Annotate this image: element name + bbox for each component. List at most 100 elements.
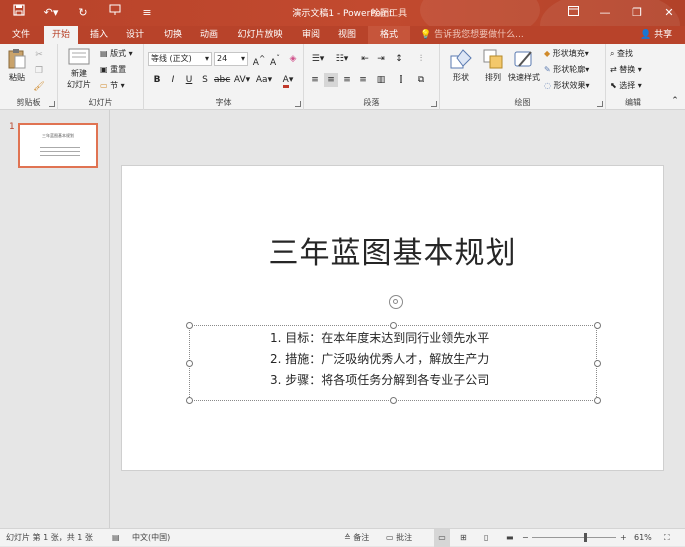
shape-effects-button[interactable]: ◌ 形状效果▾ xyxy=(544,80,590,91)
zoom-slider-thumb[interactable] xyxy=(584,533,587,542)
maximize-icon[interactable]: ❐ xyxy=(624,3,650,23)
resize-handle[interactable] xyxy=(594,322,601,329)
comments-button[interactable]: ▭ 批注 xyxy=(386,529,412,547)
tab-animations[interactable]: 动画 xyxy=(194,26,224,44)
shapes-button[interactable]: 形状 xyxy=(446,48,476,83)
thumbnail-line xyxy=(40,147,80,148)
slide[interactable]: 三年蓝图基本规划 1. 目标：在本年度末达到同行业领先水平 2. 措施：广泛吸纳… xyxy=(121,165,664,471)
language-status[interactable]: 中文(中国) xyxy=(132,529,170,547)
underline-icon[interactable]: U xyxy=(182,73,196,87)
bullet-item[interactable]: 3. 步骤：将各项任务分解到各专业子公司 xyxy=(270,371,489,388)
minimize-icon[interactable]: — xyxy=(592,3,618,23)
tab-review[interactable]: 审阅 xyxy=(296,26,326,44)
format-painter-icon[interactable]: 🖌 xyxy=(32,80,46,94)
find-label: 查找 xyxy=(617,49,634,58)
grow-font-icon[interactable]: A^ xyxy=(252,52,266,68)
align-center-icon[interactable]: ≡ xyxy=(324,73,338,87)
align-right-icon[interactable]: ≡ xyxy=(340,73,354,87)
arrange-button[interactable]: 排列 xyxy=(478,48,508,83)
bullet-item[interactable]: 1. 目标：在本年度末达到同行业领先水平 xyxy=(270,329,489,346)
spell-check-icon[interactable]: ▤ xyxy=(112,529,120,547)
ribbon-display-options-icon[interactable] xyxy=(560,3,586,23)
italic-icon[interactable]: I xyxy=(166,73,180,87)
cut-icon[interactable]: ✂ xyxy=(32,48,46,62)
align-left-icon[interactable]: ≡ xyxy=(308,73,322,87)
shape-fill-button[interactable]: ◆ 形状填充▾ xyxy=(544,48,589,59)
bold-icon[interactable]: B xyxy=(150,73,164,87)
zoom-in-icon[interactable]: + xyxy=(620,529,627,547)
slide-sorter-icon[interactable]: ⊞ xyxy=(460,529,467,547)
paragraph-launcher-icon[interactable] xyxy=(431,101,437,107)
reset-button[interactable]: ▣ 重置 xyxy=(100,64,126,75)
resize-handle[interactable] xyxy=(186,360,193,367)
layout-button[interactable]: ▤ 版式 ▾ xyxy=(100,48,133,59)
rotate-handle-icon[interactable] xyxy=(389,295,403,309)
tab-insert[interactable]: 插入 xyxy=(84,26,114,44)
replace-button[interactable]: ⇄ 替换 ▾ xyxy=(610,64,642,75)
increase-indent-icon[interactable]: ⇥ xyxy=(374,52,388,66)
collapse-ribbon-icon[interactable]: ⌃ xyxy=(668,94,682,108)
zoom-out-icon[interactable]: − xyxy=(522,529,529,547)
shrink-font-icon[interactable]: Aˇ xyxy=(268,52,282,68)
strikethrough-icon[interactable]: abc xyxy=(214,73,230,87)
effects-icon: ◌ xyxy=(544,81,551,90)
font-launcher-icon[interactable] xyxy=(295,101,301,107)
new-slide-button[interactable]: 新建 幻灯片 xyxy=(64,48,94,90)
numbering-icon[interactable]: ☷▾ xyxy=(332,52,352,66)
resize-handle[interactable] xyxy=(186,322,193,329)
decrease-indent-icon[interactable]: ⇤ xyxy=(358,52,372,66)
tab-home[interactable]: 开始 xyxy=(44,26,78,44)
smartart-icon[interactable]: ⧉ xyxy=(414,73,428,87)
tab-transitions[interactable]: 切换 xyxy=(158,26,188,44)
resize-handle[interactable] xyxy=(390,322,397,329)
font-size-select[interactable]: 24 ▾ xyxy=(214,52,248,66)
columns-icon[interactable]: ▥ xyxy=(374,73,388,87)
bullet-item[interactable]: 2. 措施：广泛吸纳优秀人才，解放生产力 xyxy=(270,350,489,367)
justify-icon[interactable]: ≡ xyxy=(356,73,370,87)
font-group-label: 字体 xyxy=(215,98,232,107)
share-button[interactable]: 👤 共享 xyxy=(640,27,672,43)
tell-me-search[interactable]: 💡 告诉我您想要做什么... xyxy=(420,28,524,42)
tab-format[interactable]: 格式 xyxy=(368,26,410,44)
line-spacing-icon[interactable]: ↕ xyxy=(392,52,406,66)
close-icon[interactable]: ✕ xyxy=(656,3,682,23)
slide-thumbnail-pane: 1 xyxy=(0,110,110,528)
resize-handle[interactable] xyxy=(390,397,397,404)
comments-label: 批注 xyxy=(396,533,413,542)
slide-thumbnail[interactable]: 三年蓝图基本规划 xyxy=(18,123,98,168)
character-spacing-icon[interactable]: AV▾ xyxy=(232,73,252,87)
clear-formatting-icon[interactable]: ◈ xyxy=(286,52,300,66)
change-case-icon[interactable]: Aa▾ xyxy=(254,73,274,87)
normal-view-icon[interactable]: ▭ xyxy=(434,529,450,547)
select-button[interactable]: ⬉ 选择 ▾ xyxy=(610,80,642,91)
quick-styles-button[interactable]: 快速样式 xyxy=(506,48,542,83)
drawing-launcher-icon[interactable] xyxy=(597,101,603,107)
tab-file[interactable]: 文件 xyxy=(6,26,36,44)
text-shadow-icon[interactable]: S xyxy=(198,73,212,87)
zoom-level[interactable]: 61% xyxy=(634,529,652,547)
font-color-icon[interactable]: A▾ xyxy=(278,73,298,88)
resize-handle[interactable] xyxy=(594,397,601,404)
section-button[interactable]: ▭ 节 ▾ xyxy=(100,80,125,91)
copy-icon[interactable]: ❐ xyxy=(32,64,46,78)
tab-slideshow[interactable]: 幻灯片放映 xyxy=(234,26,286,44)
font-name-select[interactable]: 等线 (正文) ▾ xyxy=(148,52,212,66)
paste-button[interactable]: 粘贴 xyxy=(6,48,28,83)
shape-outline-button[interactable]: ✎ 形状轮廓▾ xyxy=(544,64,589,75)
clipboard-launcher-icon[interactable] xyxy=(49,101,55,107)
reading-view-icon[interactable]: ▯ xyxy=(484,529,488,547)
slide-title[interactable]: 三年蓝图基本规划 xyxy=(122,228,663,272)
find-button[interactable]: ⌕ 查找 xyxy=(610,48,633,59)
tab-design[interactable]: 设计 xyxy=(120,26,150,44)
content-placeholder[interactable]: 1. 目标：在本年度末达到同行业领先水平 2. 措施：广泛吸纳优秀人才，解放生产… xyxy=(186,322,601,404)
slideshow-view-icon[interactable]: ▬ xyxy=(506,529,514,547)
text-direction-icon[interactable]: ⫶ xyxy=(414,52,428,66)
notes-button[interactable]: ≙ 备注 xyxy=(344,529,369,547)
fit-to-window-icon[interactable]: ⛶ xyxy=(664,529,670,547)
zoom-slider[interactable] xyxy=(532,529,616,547)
bullets-icon[interactable]: ☰▾ xyxy=(308,52,328,66)
resize-handle[interactable] xyxy=(186,397,193,404)
align-text-icon[interactable]: ⫿ xyxy=(394,73,408,87)
tab-view[interactable]: 视图 xyxy=(332,26,362,44)
resize-handle[interactable] xyxy=(594,360,601,367)
